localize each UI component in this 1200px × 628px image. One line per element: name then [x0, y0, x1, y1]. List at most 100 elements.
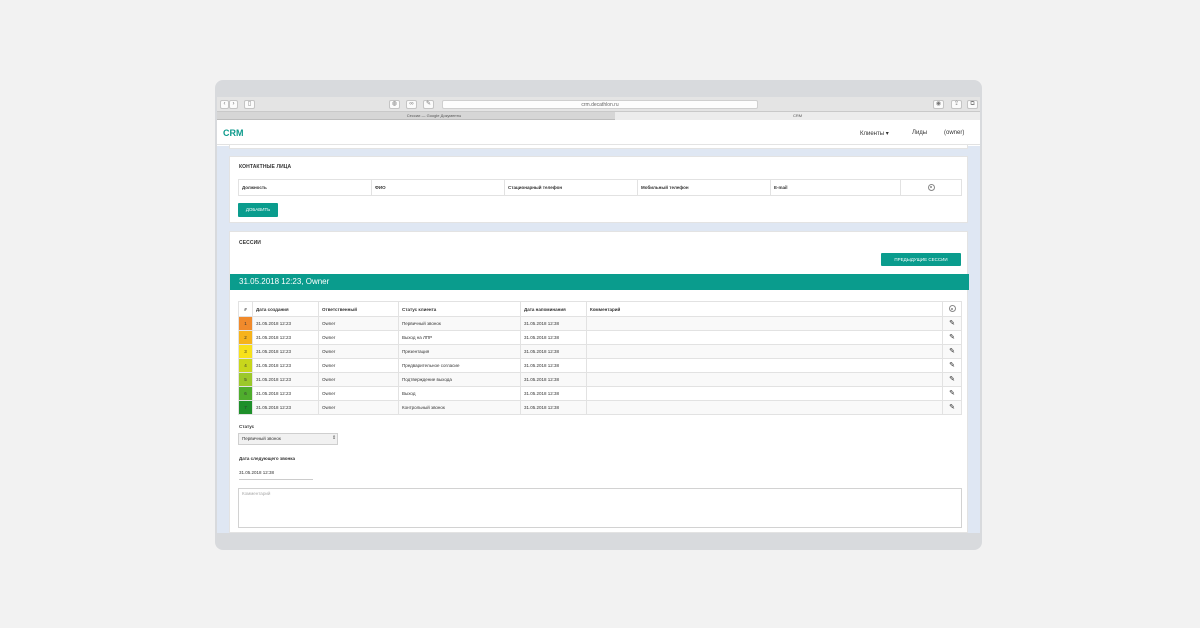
sessions-card: СЕССИИ ПРЕДЫДУЩИЕ СЕССИИ 31.05.2018 12:2…	[229, 231, 969, 533]
table-row: 3 31.05.2018 12:23 Owner Презентация 31.05.2…	[238, 344, 962, 359]
extension-icon[interactable]: ∞	[406, 100, 417, 109]
contacts-card: КОНТАКТНЫЕ ЛИЦА Должность ФИО Стационарн…	[229, 156, 968, 223]
row-status: Контрольный звонок	[398, 400, 521, 415]
row-owner: Owner	[318, 316, 399, 331]
row-remind: 31.05.2018 12:38	[520, 330, 587, 345]
sidebar-toggle-icon[interactable]: ▯	[244, 100, 255, 109]
row-comment	[586, 386, 943, 401]
row-actions: ✎	[942, 330, 962, 345]
tab-docs[interactable]: Сессии — Google Документы	[253, 112, 615, 120]
share-icon[interactable]: ⇪	[951, 100, 962, 109]
row-status: Презентация	[398, 344, 521, 359]
row-status: Выход на ЛПР	[398, 330, 521, 345]
row-number: 1	[238, 316, 253, 331]
row-actions: ✎	[942, 316, 962, 331]
col-remind: Дата напоминания	[520, 301, 587, 317]
previous-sessions-button[interactable]: ПРЕДЫДУЩИЕ СЕССИИ	[881, 253, 961, 266]
row-remind: 31.05.2018 12:38	[520, 358, 587, 373]
row-number: 5	[238, 372, 253, 387]
row-actions: ✎	[942, 344, 962, 359]
previous-card-bottom	[229, 144, 968, 149]
col-email: E-mail	[770, 179, 901, 196]
row-comment	[586, 344, 943, 359]
row-remind: 31.05.2018 12:38	[520, 386, 587, 401]
table-row: 7 31.05.2018 12:23 Owner Контрольный звонок…	[238, 400, 962, 415]
edit-pencil-icon[interactable]: ✎	[949, 348, 955, 355]
privacy-icon[interactable]: ◍	[389, 100, 400, 109]
session-header[interactable]: 31.05.2018 12:23, Owner	[230, 274, 969, 290]
row-created: 31.05.2018 12:23	[252, 358, 319, 373]
col-created: Дата создания	[252, 301, 319, 317]
col-comment: Комментарий	[586, 301, 943, 317]
row-remind: 31.05.2018 12:38	[520, 372, 587, 387]
row-created: 31.05.2018 12:23	[252, 344, 319, 359]
forward-button[interactable]: ›	[229, 100, 238, 109]
row-remind: 31.05.2018 12:38	[520, 344, 587, 359]
tab-crm[interactable]: CRM	[615, 112, 980, 120]
status-select[interactable]: Первичный звонок	[238, 433, 338, 445]
row-owner: Owner	[318, 330, 399, 345]
row-actions: ✎	[942, 372, 962, 387]
row-number: 6	[238, 386, 253, 401]
row-number: 2	[238, 330, 253, 345]
col-phone: Стационарный телефон	[504, 179, 638, 196]
row-actions: ✎	[942, 358, 962, 373]
address-bar[interactable]: crm.decathlon.ru	[442, 100, 758, 109]
row-comment	[586, 316, 943, 331]
table-row: 2 31.05.2018 12:23 Owner Выход на ЛПР 31.05.…	[238, 330, 962, 345]
browser-toolbar: ‹ › ▯ ◍ ∞ ✎ crm.decathlon.ru ◉ ⇪ ⧉	[217, 97, 980, 112]
back-button[interactable]: ‹	[220, 100, 229, 109]
col-number: #	[238, 301, 253, 317]
nav-clients[interactable]: Клиенты ▾	[860, 130, 889, 137]
col-position: Должность	[238, 179, 372, 196]
next-call-input[interactable]: 31.05.2018 12:38	[239, 468, 313, 480]
sessions-table: # Дата создания Ответственный Статус кли…	[238, 301, 962, 415]
add-contact-button[interactable]: ДОБАВИТЬ	[238, 203, 278, 217]
browser-window: ‹ › ▯ ◍ ∞ ✎ crm.decathlon.ru ◉ ⇪ ⧉ Сесси…	[217, 97, 980, 533]
col-actions	[942, 301, 962, 317]
page-content: КОНТАКТНЫЕ ЛИЦА Должность ФИО Стационарн…	[217, 144, 980, 533]
contacts-table: Должность ФИО Стационарный телефон Мобил…	[238, 179, 962, 196]
col-name: ФИО	[371, 179, 505, 196]
row-created: 31.05.2018 12:23	[252, 372, 319, 387]
edit-pencil-icon[interactable]: ✎	[949, 362, 955, 369]
edit-pencil-icon[interactable]: ✎	[949, 376, 955, 383]
row-remind: 31.05.2018 12:38	[520, 316, 587, 331]
status-label: Статус	[239, 424, 255, 429]
row-comment	[586, 358, 943, 373]
nav-leads[interactable]: Лиды	[912, 130, 927, 136]
row-created: 31.05.2018 12:23	[252, 400, 319, 415]
comment-textarea[interactable]: Комментарий	[238, 488, 962, 528]
edit-pencil-icon[interactable]: ✎	[949, 390, 955, 397]
downloads-icon[interactable]: ◉	[933, 100, 944, 109]
row-created: 31.05.2018 12:23	[252, 316, 319, 331]
row-created: 31.05.2018 12:23	[252, 386, 319, 401]
edit-pencil-icon[interactable]: ✎	[949, 404, 955, 411]
row-created: 31.05.2018 12:23	[252, 330, 319, 345]
col-mobile: Мобильный телефон	[637, 179, 771, 196]
row-status: Подтверждение выхода	[398, 372, 521, 387]
app-header: CRM Клиенты ▾ Лиды (owner)	[217, 121, 980, 145]
row-number: 4	[238, 358, 253, 373]
table-row: 1 31.05.2018 12:23 Owner Первичный звонок 31…	[238, 316, 962, 331]
table-row: 5 31.05.2018 12:23 Owner Подтверждение выхо…	[238, 372, 962, 387]
row-comment	[586, 330, 943, 345]
tabs-icon[interactable]: ⧉	[967, 100, 978, 109]
contacts-title: КОНТАКТНЫЕ ЛИЦА	[239, 164, 292, 170]
sessions-title: СЕССИИ	[239, 240, 261, 246]
col-owner: Ответственный	[318, 301, 399, 317]
edit-pencil-icon[interactable]: ✎	[949, 334, 955, 341]
row-owner: Owner	[318, 400, 399, 415]
settings-icon[interactable]	[927, 183, 935, 191]
nav-user[interactable]: (owner)	[944, 130, 964, 136]
tool-icon[interactable]: ✎	[423, 100, 434, 109]
row-owner: Owner	[318, 386, 399, 401]
app-logo[interactable]: CRM	[223, 128, 244, 138]
row-status: Первичный звонок	[398, 316, 521, 331]
row-comment	[586, 400, 943, 415]
edit-pencil-icon[interactable]: ✎	[949, 320, 955, 327]
settings-icon[interactable]	[948, 305, 956, 312]
row-number: 3	[238, 344, 253, 359]
next-call-label: Дата следующего звонка	[239, 456, 296, 461]
row-owner: Owner	[318, 372, 399, 387]
